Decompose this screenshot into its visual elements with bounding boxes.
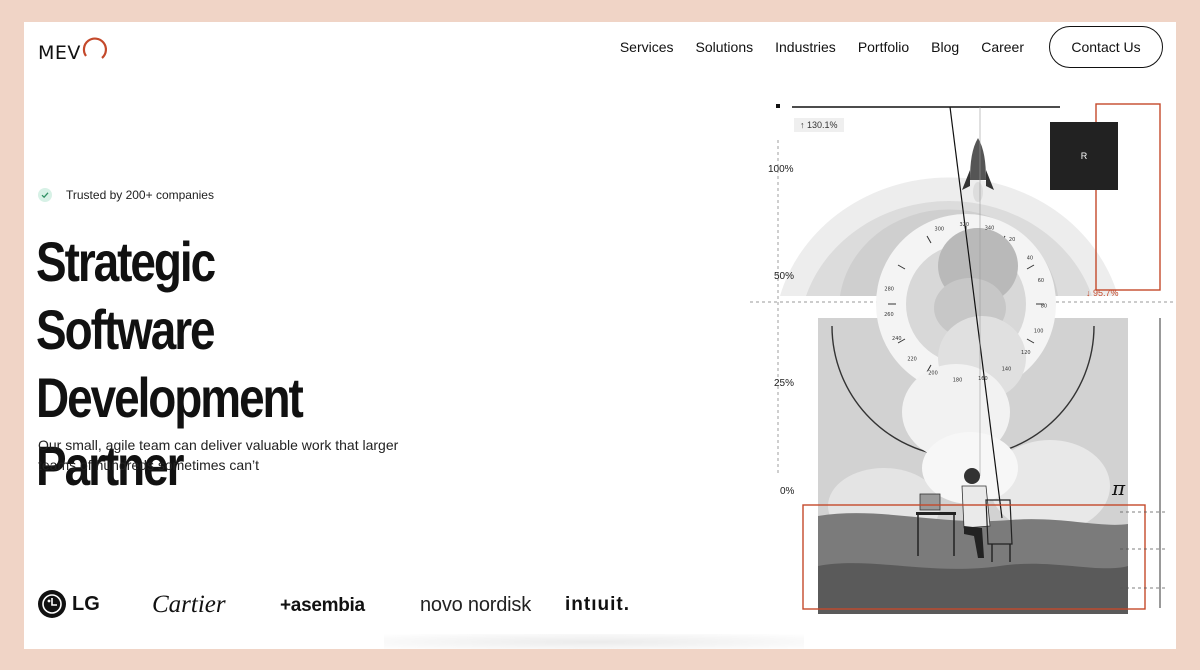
lg-logo: LG	[38, 590, 100, 618]
dial-tick-label: 320	[960, 222, 970, 228]
dial-tick-label: 280	[884, 287, 894, 293]
dial-tick-label: 140	[1002, 367, 1012, 373]
dial-tick-label: 100	[1034, 328, 1044, 334]
decline-percent: ↓ 95.7%	[1086, 288, 1119, 298]
hero-subtext: Our small, agile team can deliver valuab…	[38, 437, 399, 473]
nav-portfolio[interactable]: Portfolio	[858, 39, 909, 55]
dial-tick-label: 260	[884, 312, 894, 318]
hero-graphic: 300 320 340 20 40 60 80 100 120 140 160 180 200 220 24…	[720, 96, 1176, 649]
trusted-badge: Trusted by 200+ companies	[38, 188, 214, 202]
dial-tick-label: 180	[953, 378, 963, 384]
nav-industries[interactable]: Industries	[775, 39, 836, 55]
dial-tick-label: 220	[907, 356, 917, 362]
nav-services[interactable]: Services	[620, 39, 674, 55]
page: MEV Services Solutions Industries Portfo…	[24, 22, 1176, 649]
lg-logo-text: LG	[72, 592, 100, 615]
nav-blog[interactable]: Blog	[931, 39, 959, 55]
nav-solutions[interactable]: Solutions	[696, 39, 754, 55]
asembia-logo: +asembia	[280, 595, 365, 616]
lg-circle-icon	[38, 590, 66, 618]
axis-label-50: 50%	[774, 271, 795, 282]
dial-tick-label: 40	[1027, 255, 1033, 261]
dial-tick-label: 240	[892, 336, 902, 342]
dial-tick-label: 80	[1041, 303, 1047, 309]
client-logos: LG Cartier +asembia novo nordisk intıuit…	[38, 588, 638, 622]
headline-line-1: Strategic Software	[36, 230, 216, 361]
logo-text: MEV	[38, 42, 81, 64]
dial-tick-label: 300	[935, 227, 945, 233]
main-nav: Services Solutions Industries Portfolio …	[620, 39, 1024, 55]
check-icon	[38, 188, 52, 202]
dial-tick-label: 200	[928, 371, 938, 377]
mev-logo[interactable]: MEV	[38, 36, 108, 66]
trusted-text: Trusted by 200+ companies	[66, 188, 214, 202]
intuit-logo: intıuit.	[565, 594, 630, 615]
dial-tick-label: 160	[978, 376, 988, 382]
axis-label-100: 100%	[768, 164, 794, 175]
nav-career[interactable]: Career	[981, 39, 1024, 55]
cartier-logo: Cartier	[152, 591, 226, 618]
pi-symbol: π	[1112, 476, 1126, 500]
dial-tick-label: 20	[1009, 237, 1015, 243]
logo-ring-icon	[82, 37, 107, 59]
growth-badge: ↑ 130.1%	[794, 118, 844, 132]
axis-label-0: 0%	[780, 486, 795, 497]
contact-us-button[interactable]: Contact Us	[1049, 26, 1163, 68]
dial-tick-label: 120	[1021, 350, 1031, 356]
dial-tick-label: 340	[985, 226, 995, 232]
dial-tick-label: 60	[1038, 278, 1044, 284]
axis-label-25: 25%	[774, 378, 795, 389]
novo-nordisk-logo: novo nordisk	[420, 594, 531, 616]
r-box: R	[1050, 122, 1118, 190]
headline-line-2: Development	[36, 366, 304, 429]
